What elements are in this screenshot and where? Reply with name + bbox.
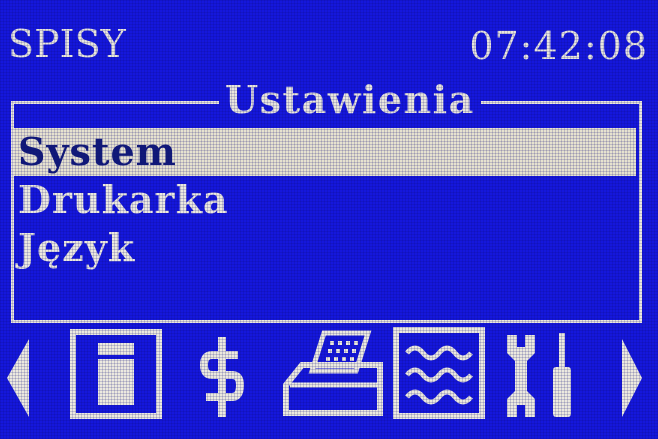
clock: 07:42:08 [469,24,648,68]
dollar-icon[interactable] [200,337,244,417]
tools-icon[interactable] [503,331,579,419]
menu-item-language[interactable]: Język [14,224,639,272]
menu-title: Ustawienia [219,78,481,122]
app-title: SPISY [8,22,126,66]
arrow-left-icon[interactable] [5,339,31,417]
report-icon[interactable] [393,327,485,419]
arrow-right-icon[interactable] [622,339,644,417]
icon-toolbar [0,325,658,439]
printer-icon[interactable] [282,329,386,417]
lcd-screen: SPISY 07:42:08 Ustawienia System Drukark… [0,0,658,439]
menu-item-system[interactable]: System [14,128,636,176]
document-icon[interactable] [70,329,162,419]
menu-item-printer[interactable]: Drukarka [14,176,639,224]
menu-list: System Drukarka Język [14,128,639,272]
settings-menu: Ustawienia System Drukarka Język [11,78,642,323]
